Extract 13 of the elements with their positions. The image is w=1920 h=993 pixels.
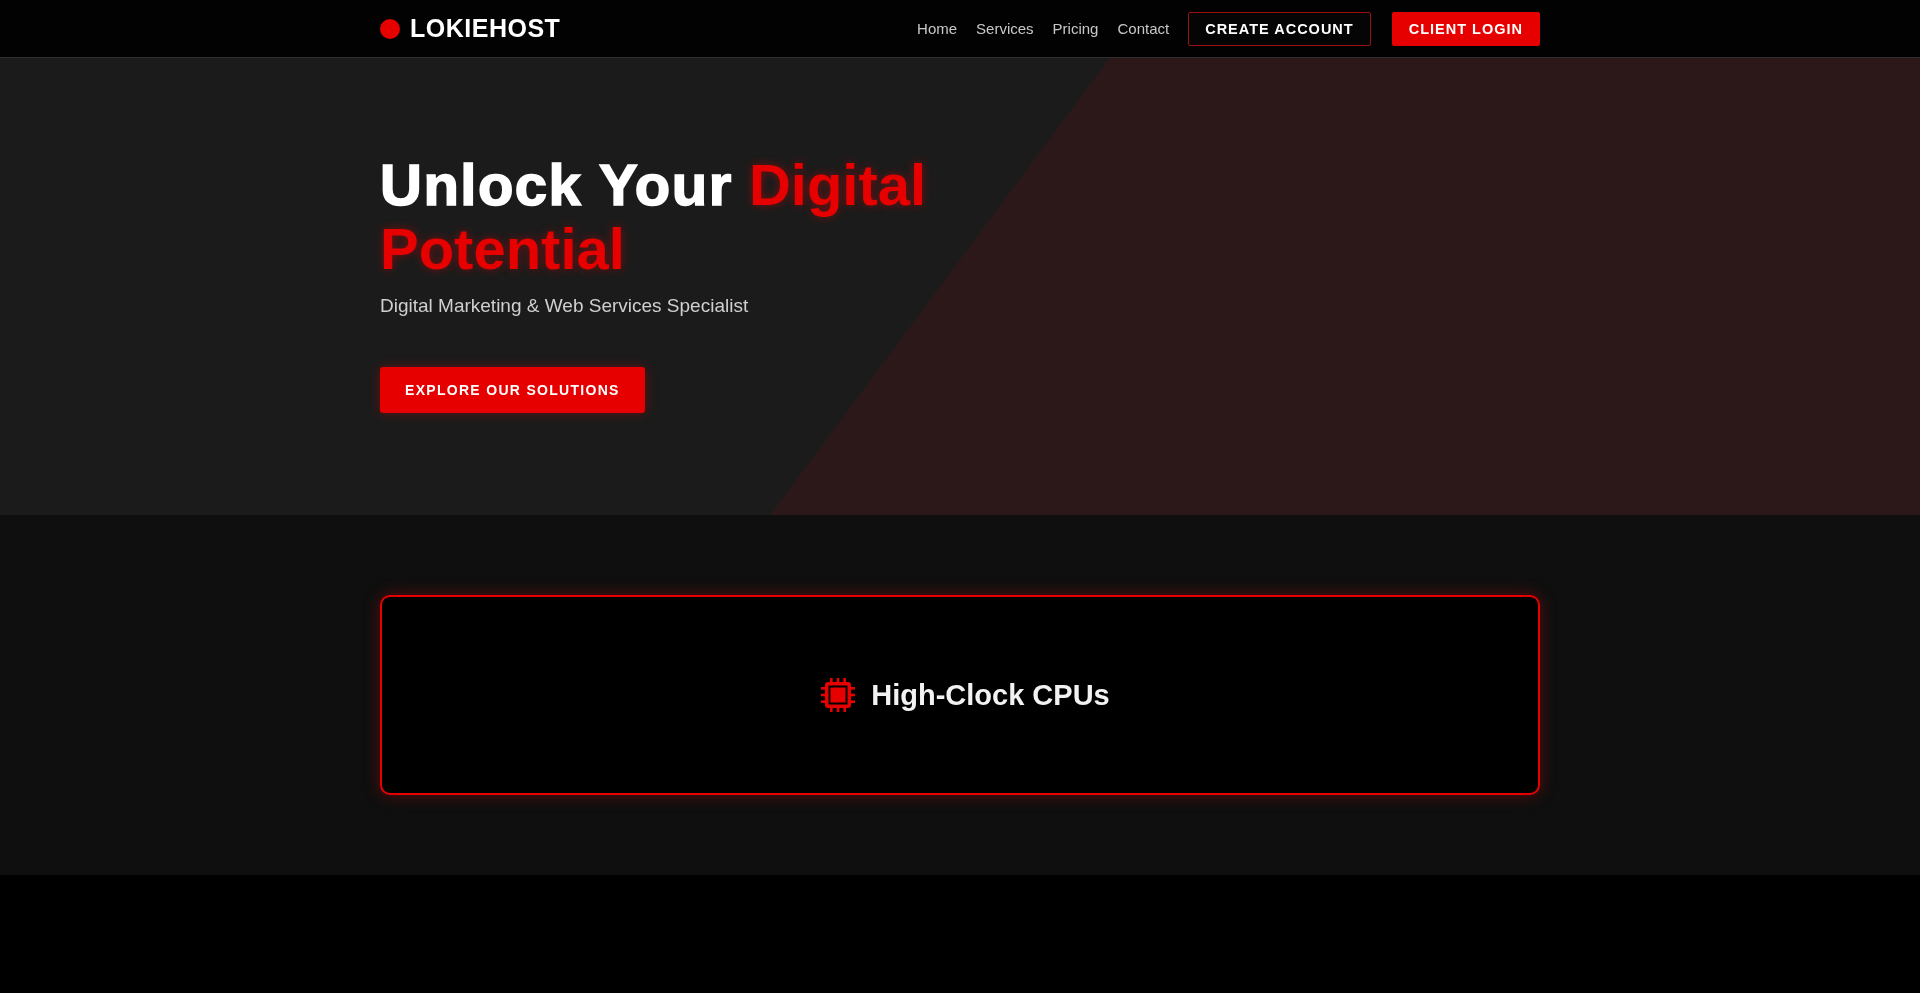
- hero-subtitle: Digital Marketing & Web Services Specialist: [380, 293, 750, 318]
- feature-title: High-Clock CPUs: [871, 678, 1110, 712]
- hero-heading: Unlock Your Digital Potential: [380, 153, 928, 281]
- create-account-button[interactable]: CREATE ACCOUNT: [1188, 11, 1371, 46]
- logo-text[interactable]: LOKIEHOST: [410, 14, 561, 43]
- explore-solutions-button[interactable]: EXPLORE OUR SOLUTIONS: [380, 367, 645, 414]
- chip-icon: [820, 677, 857, 713]
- logo-icon: [380, 18, 400, 39]
- nav-link[interactable]: Home: [917, 20, 958, 37]
- nav-link[interactable]: Contact: [1117, 20, 1170, 37]
- client-login-button[interactable]: CLIENT LOGIN: [1391, 11, 1540, 46]
- nav-link[interactable]: Services: [976, 20, 1034, 37]
- nav-link[interactable]: Pricing: [1052, 20, 1099, 37]
